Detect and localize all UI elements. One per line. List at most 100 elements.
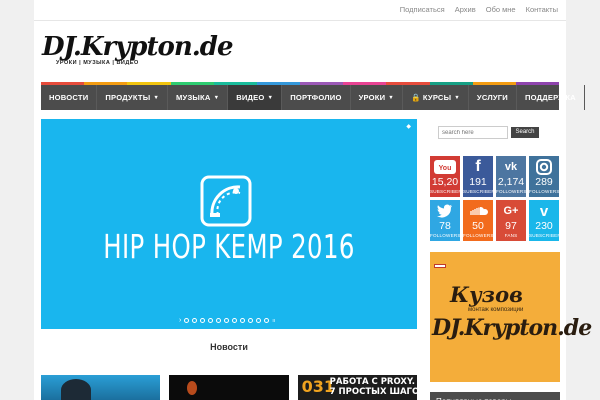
social-label: FOLLOWERS (529, 189, 559, 194)
social-count: 78 (439, 220, 451, 232)
slider-dot[interactable] (232, 318, 238, 323)
vk-icon: vk (504, 161, 518, 173)
social-label: FOLLOWERS (430, 233, 460, 238)
social-count: 50 (472, 220, 484, 232)
divider (34, 20, 566, 21)
banner-tag (434, 264, 446, 268)
slider-dot[interactable] (184, 318, 190, 323)
slider-dot[interactable] (248, 318, 254, 323)
toplink-subscribe[interactable]: Подписаться (400, 5, 445, 14)
chevron-down-icon: ▼ (213, 94, 220, 101)
nav-item-label: ПОДДЕРЖКА (524, 93, 576, 102)
logo-text: DJ.Krypton.de (42, 32, 234, 62)
slider-dot[interactable] (208, 318, 214, 323)
nav-item-0[interactable]: НОВОСТИ (41, 85, 98, 110)
instagram-icon (529, 158, 559, 176)
nav-item-4[interactable]: ПОРТФОЛИО (282, 85, 351, 110)
news-thumb-2[interactable] (169, 375, 289, 400)
social-label: SUBSCRIBERS (430, 189, 460, 194)
nav-item-2[interactable]: МУЗЫКА ▼ (168, 85, 229, 110)
social-label: FOLLOWERS (496, 189, 526, 194)
social-googleplus[interactable]: G+ 97 FANS (496, 200, 526, 241)
banner-logo-text: DJ.Krypton.de (432, 315, 592, 341)
nav-item-label: НОВОСТИ (49, 93, 89, 102)
top-links: Подписаться Архив Обо мне Контакты (400, 5, 558, 14)
twitter-icon (430, 202, 460, 220)
social-label: FOLLOWERS (463, 233, 493, 238)
slider-dot[interactable] (264, 318, 270, 323)
chevron-down-icon: ▼ (454, 94, 460, 101)
slide-title: HIP HOP KEMP 2016 (103, 227, 355, 266)
toplink-archive[interactable]: Архив (455, 5, 476, 14)
slider-pagination: › ıı (179, 317, 275, 324)
social-soundcloud[interactable]: 50 FOLLOWERS (463, 200, 493, 241)
chevron-down-icon: ▼ (388, 94, 394, 101)
promo-banner[interactable]: Кузов монтаж композиции DJ.Krypton.de (430, 252, 592, 382)
page: Подписаться Архив Обо мне Контакты DJ.Kr… (0, 0, 600, 400)
slider-dot[interactable] (192, 318, 198, 323)
nav-item-3[interactable]: ВИДЕО ▼ (228, 85, 283, 110)
news-thumbnails: 031 РАБОТА С PROXY. 7 ПРОСТЫХ ШАГОВ (41, 375, 417, 400)
social-count: 230 (535, 220, 553, 232)
search-input[interactable] (438, 126, 508, 139)
social-label: SUBSCRIBERS (463, 189, 493, 194)
nav-item-8[interactable]: ПОДДЕРЖКА (517, 85, 585, 110)
nav-item-7[interactable]: УСЛУГИ (469, 85, 517, 110)
social-counters: You15,20SUBSCRIBERSf191SUBSCRIBERSvk2,17… (430, 156, 560, 241)
toplink-about[interactable]: Обо мне (486, 5, 516, 14)
stopwatch-logo-icon (200, 175, 252, 227)
thumb-text: РАБОТА С PROXY. 7 ПРОСТЫХ ШАГОВ (329, 377, 417, 397)
nav-item-1[interactable]: ПРОДУКТЫ ▼ (97, 85, 168, 110)
nav-item-label: ПРОДУКТЫ (105, 93, 151, 102)
nav-item-label: 🔒 КУРСЫ (410, 93, 452, 102)
news-heading: Новости (210, 342, 248, 352)
nav-item-5[interactable]: УРОКИ ▼ (351, 85, 403, 110)
slider-next-icon[interactable]: › (179, 317, 181, 324)
youtube-icon: You (430, 158, 460, 176)
social-instagram[interactable]: 289 FOLLOWERS (529, 156, 559, 197)
slider-dot[interactable] (200, 318, 206, 323)
social-twitter[interactable]: 78 FOLLOWERS (430, 200, 460, 241)
logo-tagline: УРОКИ | МУЗЫКА | ВИДЕО (56, 60, 139, 66)
chevron-down-icon: ▼ (267, 94, 274, 101)
social-label: FANS (504, 233, 518, 238)
main-nav: НОВОСТИ ПРОДУКТЫ ▼ МУЗЫКА ▼ ВИДЕО ▼ ПОРТФОЛИО УР… (41, 85, 585, 110)
chevron-down-icon: ▼ (153, 94, 159, 101)
svg-text:You: You (439, 165, 452, 172)
search-button[interactable]: Search (511, 127, 539, 138)
social-count: 289 (535, 176, 553, 188)
social-count: 2,174 (497, 176, 525, 188)
content-area: Подписаться Архив Обо мне Контакты DJ.Kr… (34, 0, 592, 400)
social-vimeo[interactable]: v230SUBSCRIBERS (529, 200, 559, 241)
social-facebook[interactable]: f191SUBSCRIBERS (463, 156, 493, 197)
social-youtube[interactable]: You 15,20SUBSCRIBERS (430, 156, 460, 197)
news-thumb-3[interactable]: 031 РАБОТА С PROXY. 7 ПРОСТЫХ ШАГОВ (297, 375, 417, 400)
banner-title: Кузов (450, 282, 523, 307)
slider-dot[interactable] (224, 318, 230, 323)
site-logo[interactable]: DJ.Krypton.de УРОКИ | МУЗЫКА | ВИДЕО (42, 32, 234, 70)
nav-item-label: УСЛУГИ (476, 93, 508, 102)
vimeo-icon: v (539, 202, 549, 220)
nav-item-label: МУЗЫКА (176, 93, 211, 102)
slider-dot[interactable] (216, 318, 222, 323)
googleplus-icon: G+ (503, 205, 519, 217)
social-label: SUBSCRIBERS (529, 233, 559, 238)
facebook-icon: f (475, 158, 481, 175)
slider-dot[interactable] (240, 318, 246, 323)
soundcloud-icon (463, 202, 493, 220)
nav-item-6[interactable]: 🔒 КУРСЫ ▼ (403, 85, 469, 110)
nav-item-label: УРОКИ (358, 93, 386, 102)
slider-dot[interactable] (256, 318, 262, 323)
slider-corner-icon[interactable]: ◆ (406, 123, 411, 130)
news-thumb-1[interactable] (41, 375, 161, 400)
popular-products-heading: Популярные товары (430, 392, 560, 400)
social-vk[interactable]: vk 2,174 FOLLOWERS (496, 156, 526, 197)
slider-pause-icon[interactable]: ıı (272, 318, 275, 324)
social-count: 191 (469, 176, 487, 188)
social-count: 15,20 (431, 176, 459, 188)
nav-item-label: ПОРТФОЛИО (290, 93, 342, 102)
hero-slider[interactable]: ◆ HIP HOP KEMP 2016 › ıı (41, 119, 417, 329)
nav-item-label: ВИДЕО (236, 93, 265, 102)
toplink-contacts[interactable]: Контакты (526, 5, 558, 14)
social-count: 97 (505, 220, 517, 232)
